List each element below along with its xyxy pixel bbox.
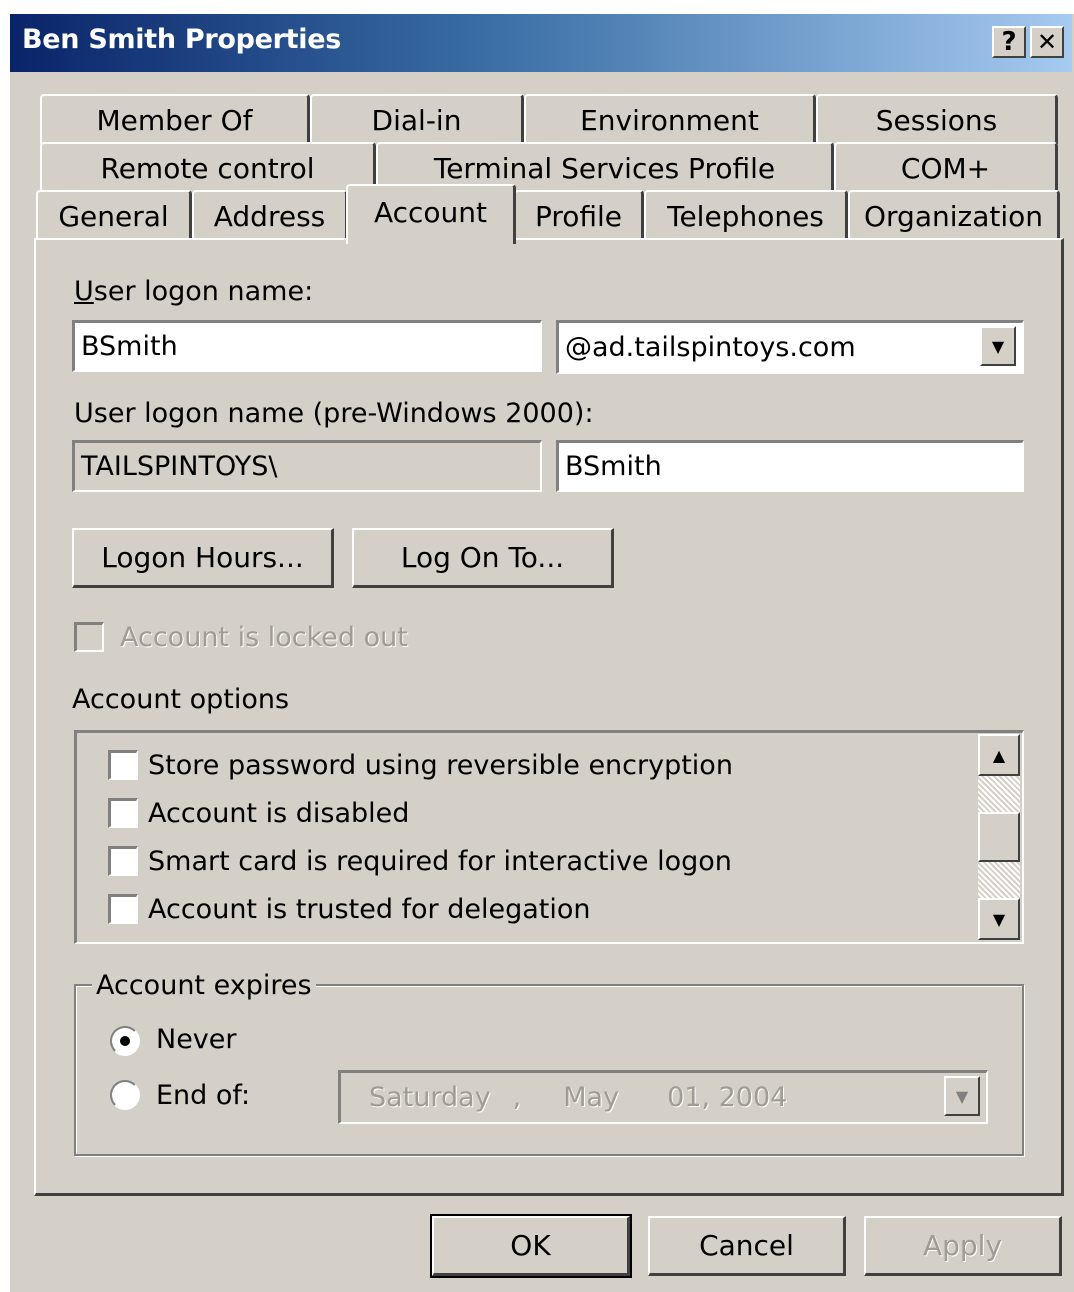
active-tab-joint xyxy=(348,236,512,242)
chevron-up-icon: ▲ xyxy=(992,745,1006,765)
log-on-to-button[interactable]: Log On To... xyxy=(352,528,614,588)
window-title: Ben Smith Properties xyxy=(22,24,342,55)
expiry-date-picker: Saturday , May 01, 2004 xyxy=(338,1070,988,1124)
date-month: May xyxy=(563,1082,620,1113)
pre2000-domain-field: TAILSPINTOYS\ xyxy=(72,440,542,492)
tab-account[interactable]: Account xyxy=(346,184,516,244)
logon-hours-button[interactable]: Logon Hours... xyxy=(72,528,334,588)
upn-suffix-value: @ad.tailspintoys.com xyxy=(565,332,856,363)
end-of-label: End of: xyxy=(156,1080,251,1111)
close-icon: ✕ xyxy=(1036,28,1058,56)
help-button[interactable]: ? xyxy=(992,26,1026,58)
tab-member-of[interactable]: Member Of xyxy=(40,94,310,144)
option-label: Store password using reversible encrypti… xyxy=(148,750,733,781)
chevron-down-icon: ▼ xyxy=(991,336,1005,356)
user-logon-name-input[interactable]: BSmith xyxy=(72,320,542,372)
scroll-down-button[interactable]: ▼ xyxy=(978,898,1020,940)
end-of-radio[interactable] xyxy=(110,1080,140,1110)
user-logon-name-label: User logon name: xyxy=(74,276,314,307)
never-radio[interactable] xyxy=(110,1026,140,1056)
tab-dial-in[interactable]: Dial-in xyxy=(310,94,524,144)
tab-profile[interactable]: Profile xyxy=(514,190,644,240)
date-picker-arrow: ▼ xyxy=(944,1076,980,1116)
option-checkbox[interactable] xyxy=(108,894,138,924)
radio-selected-dot xyxy=(120,1036,130,1046)
account-options-label: Account options xyxy=(72,684,290,715)
tab-environment[interactable]: Environment xyxy=(524,94,816,144)
apply-button: Apply xyxy=(864,1216,1062,1276)
locked-out-checkbox xyxy=(74,622,104,652)
tab-remote-control[interactable]: Remote control xyxy=(40,142,376,192)
tab-general[interactable]: General xyxy=(36,190,192,240)
scroll-up-button[interactable]: ▲ xyxy=(978,734,1020,776)
tab-address[interactable]: Address xyxy=(192,190,348,240)
option-checkbox[interactable] xyxy=(108,846,138,876)
tab-com-plus[interactable]: COM+ xyxy=(834,142,1058,192)
scrollbar-thumb[interactable] xyxy=(978,812,1020,862)
chevron-down-icon: ▼ xyxy=(955,1086,969,1106)
pre2000-user-input[interactable]: BSmith xyxy=(556,440,1024,492)
option-checkbox[interactable] xyxy=(108,750,138,780)
option-label: Account is trusted for delegation xyxy=(148,894,591,925)
upn-suffix-dropdown-arrow[interactable]: ▼ xyxy=(980,326,1016,366)
close-button[interactable]: ✕ xyxy=(1030,26,1064,58)
help-icon: ? xyxy=(1001,27,1017,57)
pre2000-logon-label: User logon name (pre-Windows 2000): xyxy=(74,398,594,429)
option-label: Smart card is required for interactive l… xyxy=(148,846,732,877)
date-day-year: 01, 2004 xyxy=(667,1082,788,1113)
ok-button[interactable]: OK xyxy=(430,1214,632,1278)
tab-organization[interactable]: Organization xyxy=(848,190,1060,240)
option-label: Account is disabled xyxy=(148,798,410,829)
account-expires-label: Account expires xyxy=(92,970,316,1001)
never-label: Never xyxy=(156,1024,237,1055)
date-day: Saturday xyxy=(369,1082,491,1113)
tab-telephones[interactable]: Telephones xyxy=(644,190,848,240)
date-separator: , xyxy=(512,1082,522,1113)
cancel-button[interactable]: Cancel xyxy=(648,1216,846,1276)
chevron-down-icon: ▼ xyxy=(992,909,1006,929)
option-checkbox[interactable] xyxy=(108,798,138,828)
locked-out-label: Account is locked out xyxy=(120,622,408,653)
upn-suffix-dropdown[interactable]: @ad.tailspintoys.com xyxy=(556,320,1024,374)
tab-sessions[interactable]: Sessions xyxy=(816,94,1058,144)
